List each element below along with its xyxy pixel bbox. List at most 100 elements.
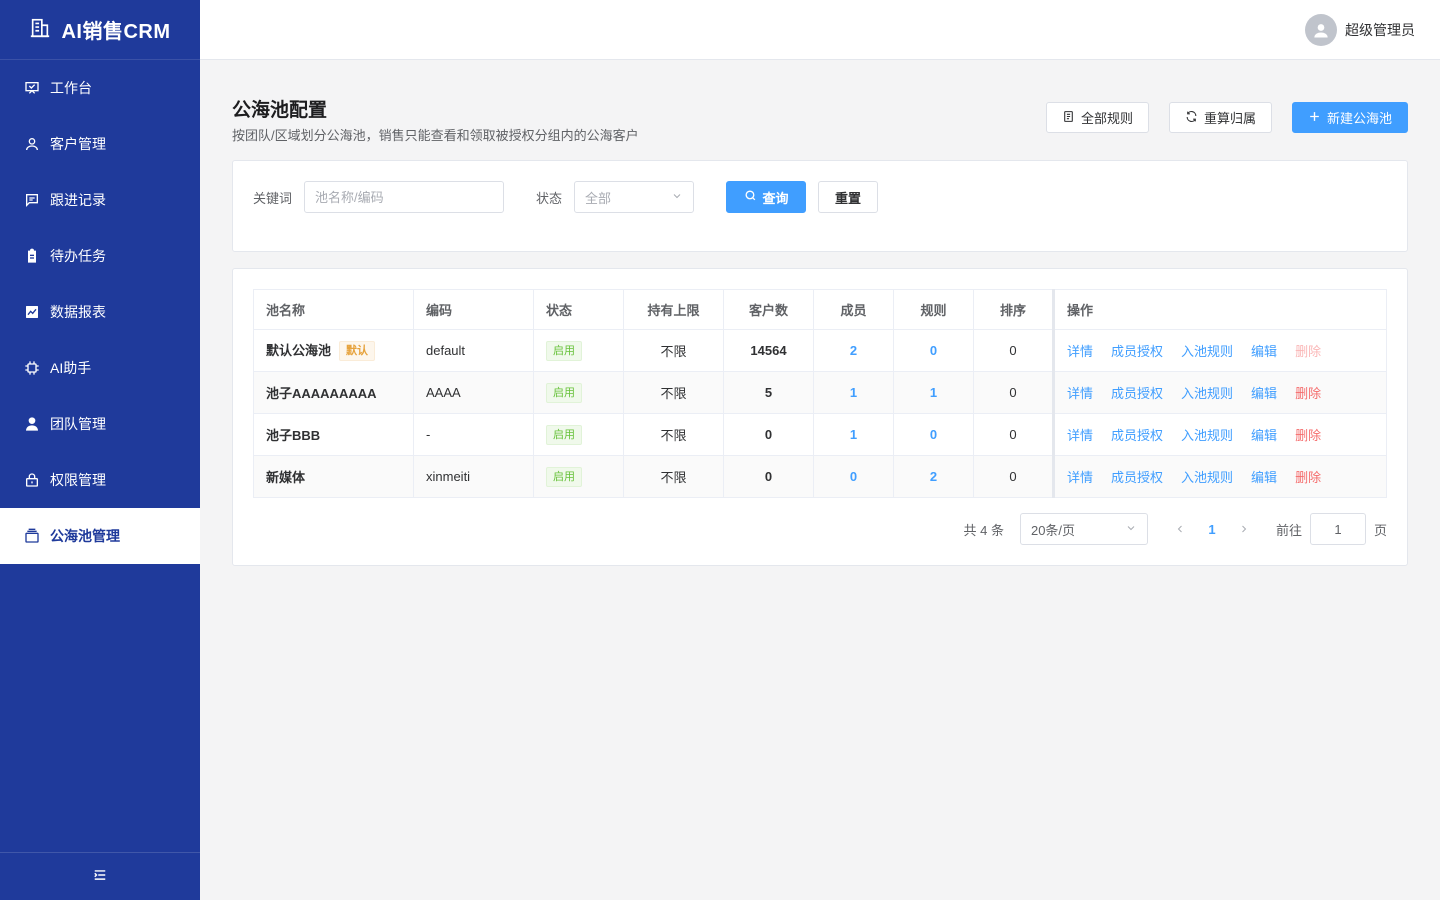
reset-button[interactable]: 重置	[818, 181, 879, 213]
edit-link[interactable]: 编辑	[1251, 428, 1277, 443]
page-number-current[interactable]: 1	[1196, 513, 1228, 545]
sidebar-item-label: 工作台	[50, 80, 92, 96]
cell-members: 1	[813, 413, 894, 456]
cell-actions: 详情 成员授权 入池规则 编辑 删除	[1052, 329, 1387, 372]
recalc-button[interactable]: 重算归属	[1168, 102, 1272, 133]
detail-link[interactable]: 详情	[1067, 470, 1093, 485]
create-pool-button[interactable]: 新建公海池	[1291, 102, 1408, 133]
create-pool-label: 新建公海池	[1326, 111, 1392, 126]
chart-icon	[24, 304, 40, 320]
rules-link[interactable]: 0	[930, 427, 937, 442]
pool-rule-link[interactable]: 入池规则	[1181, 344, 1233, 359]
sidebar-item-label: 公海池管理	[50, 528, 120, 544]
rules-link[interactable]: 1	[930, 385, 937, 400]
table-row: 池子BBB - 启用 不限 0 1 0 0 详情 成员授权 入池规则 编辑 删除	[253, 413, 1387, 456]
pool-rule-link[interactable]: 入池规则	[1181, 386, 1233, 401]
cell-customers: 0	[723, 413, 814, 456]
team-icon	[24, 416, 40, 432]
sidebar-item-label: 权限管理	[50, 472, 106, 488]
cell-customers: 0	[723, 455, 814, 498]
detail-link[interactable]: 详情	[1067, 428, 1093, 443]
delete-link[interactable]: 删除	[1295, 470, 1321, 485]
member-auth-link[interactable]: 成员授权	[1111, 470, 1163, 485]
sidebar-item-followups[interactable]: 跟进记录	[0, 172, 200, 228]
sidebar-collapse-button[interactable]	[0, 852, 200, 900]
table-row: 新媒体 xinmeiti 启用 不限 0 0 2 0 详情 成员授权 入池规则 编辑 删…	[253, 455, 1387, 498]
user-name: 超级管理员	[1345, 22, 1415, 38]
pool-table: 池名称 编码 状态 持有上限 客户数 成员 规则 排序 操作 默认公海池 默认 d…	[253, 289, 1387, 498]
pool-rule-link[interactable]: 入池规则	[1181, 470, 1233, 485]
cell-members: 2	[813, 329, 894, 372]
page-title: 公海池配置	[232, 100, 328, 121]
default-badge: 默认	[339, 341, 376, 362]
rules-link[interactable]: 2	[930, 469, 937, 484]
sidebar-item-team[interactable]: 团队管理	[0, 396, 200, 452]
building-icon	[29, 17, 51, 42]
sidebar-item-label: 客户管理	[50, 136, 106, 152]
rules-link[interactable]: 0	[930, 343, 937, 358]
edit-link[interactable]: 编辑	[1251, 470, 1277, 485]
sidebar: AI销售CRM 工作台 客户管理 跟进记录 待办任务 数据报表 AI助手 团队管…	[0, 0, 200, 900]
user-menu[interactable]: 超级管理员	[1305, 14, 1415, 46]
status-label: 状态	[536, 190, 563, 206]
members-link[interactable]: 2	[850, 343, 857, 358]
all-rules-button[interactable]: 全部规则	[1045, 102, 1149, 133]
app-title: AI销售CRM	[61, 21, 171, 43]
members-link[interactable]: 1	[850, 385, 857, 400]
query-button[interactable]: 查询	[726, 181, 807, 213]
status-select[interactable]: 全部	[574, 181, 695, 213]
sidebar-item-customers[interactable]: 客户管理	[0, 116, 200, 172]
cell-sort: 0	[973, 413, 1054, 456]
sidebar-item-ai-assistant[interactable]: AI助手	[0, 340, 200, 396]
sidebar-item-reports[interactable]: 数据报表	[0, 284, 200, 340]
pool-name: 池子AAAAAAAAA	[266, 386, 377, 401]
sidebar-item-dashboard[interactable]: 工作台	[0, 60, 200, 116]
col-header-actions: 操作	[1052, 289, 1387, 330]
next-page-button[interactable]	[1228, 513, 1260, 545]
total-count: 共 4 条	[963, 522, 1004, 538]
sidebar-item-public-pool[interactable]: 公海池管理	[0, 508, 200, 564]
page-size-select[interactable]: 20条/页	[1019, 513, 1148, 545]
cell-name: 默认公海池 默认	[253, 329, 414, 372]
cell-status: 启用	[533, 329, 624, 372]
cell-name: 新媒体	[253, 455, 414, 498]
detail-link[interactable]: 详情	[1067, 386, 1093, 401]
col-header-code: 编码	[413, 289, 534, 330]
prev-page-button[interactable]	[1164, 513, 1196, 545]
document-icon	[1062, 110, 1075, 126]
sidebar-item-tasks[interactable]: 待办任务	[0, 228, 200, 284]
sidebar-item-label: 数据报表	[50, 304, 106, 320]
sidebar-item-permissions[interactable]: 权限管理	[0, 452, 200, 508]
brand: AI销售CRM	[0, 0, 200, 60]
delete-link[interactable]: 删除	[1295, 428, 1321, 443]
plus-icon	[1308, 110, 1321, 126]
cell-code: -	[413, 413, 534, 456]
cell-status: 启用	[533, 455, 624, 498]
detail-link[interactable]: 详情	[1067, 344, 1093, 359]
col-header-name: 池名称	[253, 289, 414, 330]
status-badge: 启用	[546, 466, 582, 487]
cpu-icon	[24, 360, 40, 376]
pool-rule-link[interactable]: 入池规则	[1181, 428, 1233, 443]
goto-unit: 页	[1373, 522, 1387, 538]
members-link[interactable]: 0	[850, 469, 857, 484]
sidebar-item-label: 跟进记录	[50, 192, 106, 208]
cell-sort: 0	[973, 371, 1054, 414]
member-auth-link[interactable]: 成员授权	[1111, 344, 1163, 359]
member-auth-link[interactable]: 成员授权	[1111, 386, 1163, 401]
goto-page-input[interactable]	[1309, 513, 1366, 545]
col-header-customers: 客户数	[723, 289, 814, 330]
cell-rules: 0	[893, 329, 974, 372]
members-link[interactable]: 1	[850, 427, 857, 442]
member-auth-link[interactable]: 成员授权	[1111, 428, 1163, 443]
chevron-down-icon	[671, 190, 683, 205]
keyword-input[interactable]	[304, 181, 505, 213]
edit-link[interactable]: 编辑	[1251, 344, 1277, 359]
col-header-members: 成员	[813, 289, 894, 330]
cell-customers: 5	[723, 371, 814, 414]
table-header-row: 池名称 编码 状态 持有上限 客户数 成员 规则 排序 操作	[253, 289, 1387, 330]
filter-row: 关键词 状态 全部 查询 重置	[253, 181, 879, 213]
edit-link[interactable]: 编辑	[1251, 386, 1277, 401]
pool-name: 默认公海池	[266, 342, 332, 358]
delete-link[interactable]: 删除	[1295, 386, 1321, 401]
